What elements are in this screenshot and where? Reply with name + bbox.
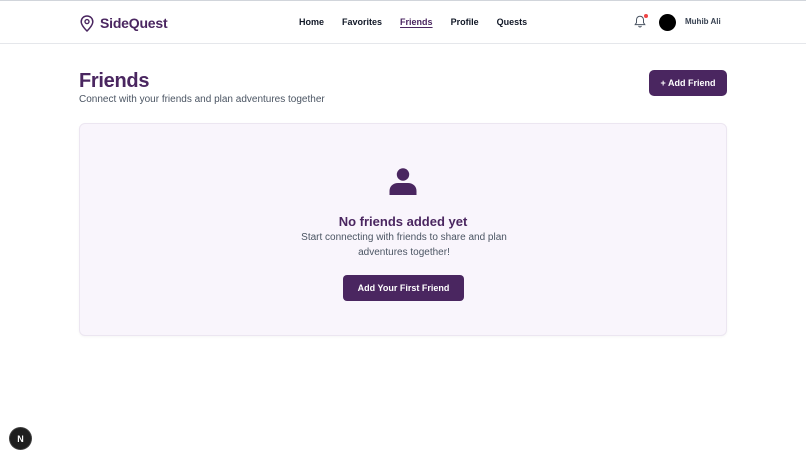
badge-label: N: [17, 433, 24, 444]
top-navbar: SideQuest Home Favorites Friends Profile…: [0, 1, 806, 44]
notification-bell-icon[interactable]: [634, 14, 648, 28]
notification-dot: [644, 14, 648, 18]
empty-state-description: Start connecting with friends to share a…: [301, 232, 507, 258]
add-first-friend-button[interactable]: Add Your First Friend: [343, 275, 464, 301]
brand-name: SideQuest: [100, 15, 168, 31]
nav-profile[interactable]: Profile: [451, 16, 479, 28]
page-title: Friends: [79, 70, 150, 92]
main-nav: Home Favorites Friends Profile Quests: [299, 16, 527, 28]
nav-home[interactable]: Home: [299, 16, 324, 28]
person-icon: [388, 166, 418, 196]
empty-state-card: No friends added yet Start connecting wi…: [79, 123, 727, 336]
nav-friends[interactable]: Friends: [400, 16, 433, 28]
next-dev-badge[interactable]: N: [10, 428, 31, 449]
add-friend-button[interactable]: + Add Friend: [649, 70, 727, 96]
page-subtitle: Connect with your friends and plan adven…: [79, 94, 325, 105]
nav-quests[interactable]: Quests: [497, 16, 528, 28]
brand-logo[interactable]: SideQuest: [80, 13, 168, 33]
user-name[interactable]: Muhib Ali: [685, 17, 721, 26]
map-pin-icon: [80, 14, 94, 32]
empty-state-title: No friends added yet: [338, 214, 468, 229]
nav-favorites[interactable]: Favorites: [342, 16, 382, 28]
user-avatar[interactable]: [659, 14, 676, 31]
